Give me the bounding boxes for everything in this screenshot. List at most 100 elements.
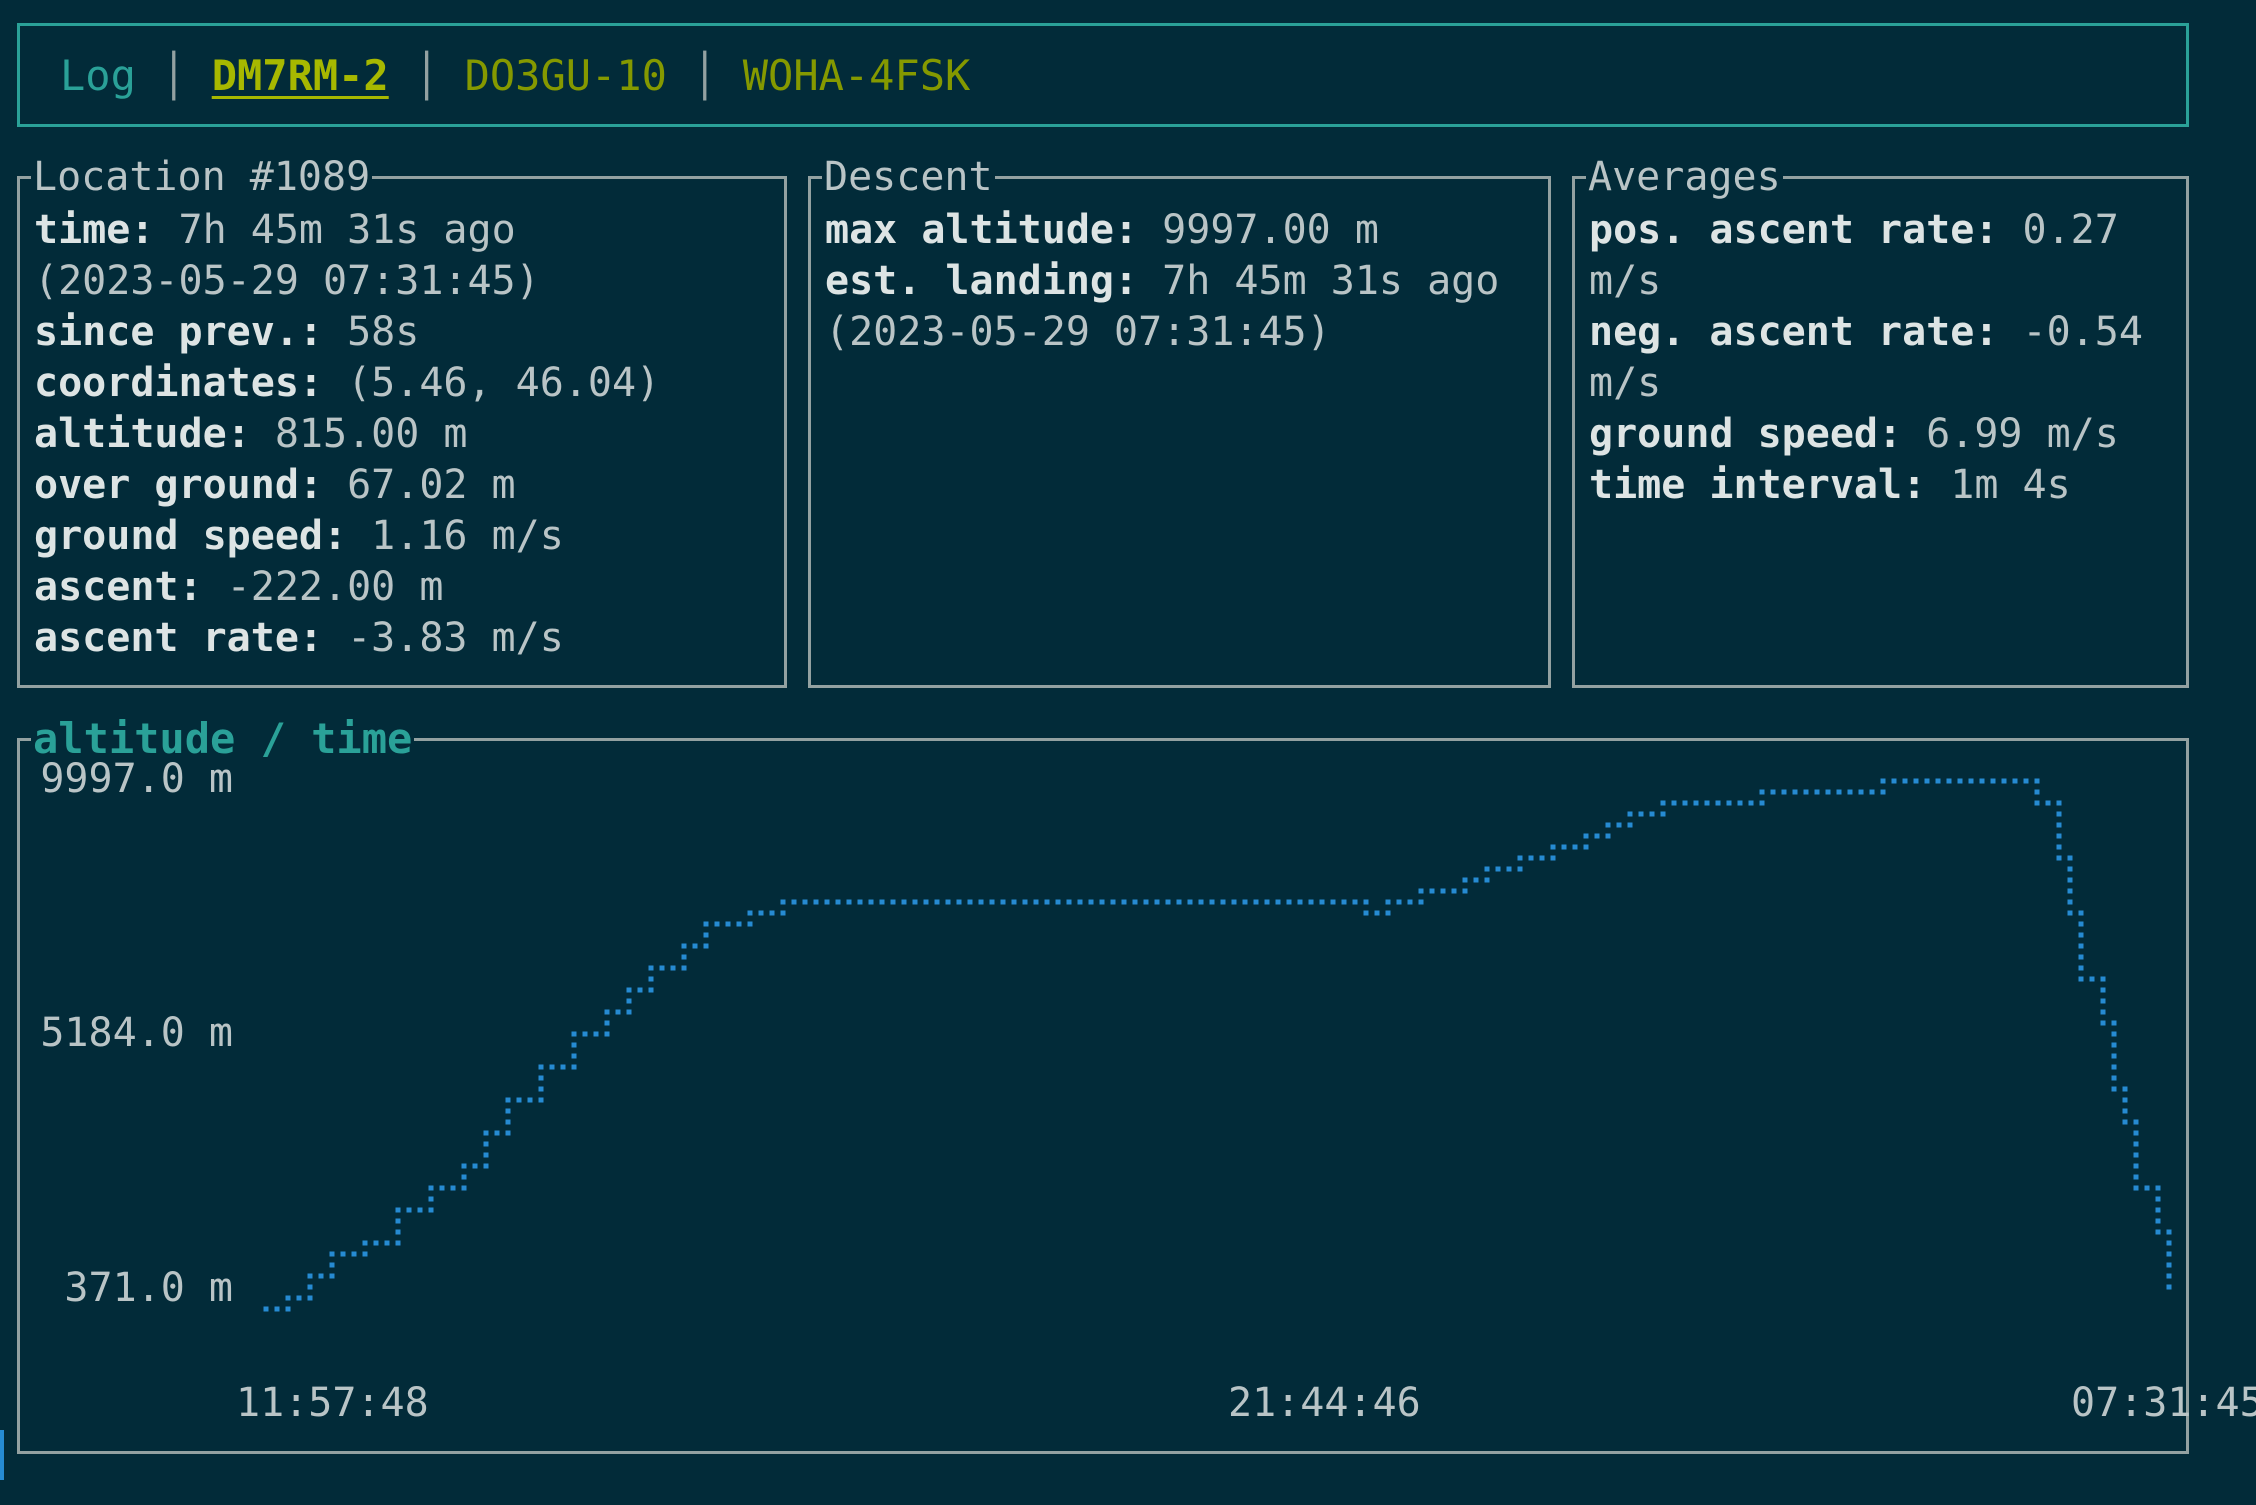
series-dot [1484,877,1490,883]
series-dot [593,1031,599,1037]
series-dot [1517,855,1523,861]
series-dot [428,1207,434,1213]
series-dot [956,899,962,905]
y-tick-label: 371.0 m [64,1265,233,1311]
series-dot [2166,1229,2172,1235]
series-dot [2067,910,2073,916]
series-dot [2023,778,2029,784]
series-dot [1770,789,1776,795]
series-dot [1187,899,1193,905]
series-dot [483,1163,489,1169]
series-dot [1462,888,1468,894]
series-dot [1000,899,1006,905]
series-dot [2111,1053,2117,1059]
series-dot [1011,899,1017,905]
series-dot [1583,844,1589,850]
series-dot [362,1240,368,1246]
series-dot [1275,899,1281,905]
series-dot [571,1064,577,1070]
series-dot [2100,976,2106,982]
series-dot [2122,1086,2128,1092]
series-dot [1484,866,1490,872]
series-dot [2111,1086,2117,1092]
series-dot [1506,866,1512,872]
series-dot [2056,822,2062,828]
series-dot [1847,789,1853,795]
series-dot [1660,800,1666,806]
series-dot [637,987,643,993]
series-dot [2166,1284,2172,1290]
series-dot [1803,789,1809,795]
series-dot [1880,789,1886,795]
series-dot [2111,1020,2117,1026]
series-dot [1627,822,1633,828]
series-dot [461,1163,467,1169]
series-dot [1264,899,1270,905]
series-dot [1429,888,1435,894]
series-dot [912,899,918,905]
series-dot [1550,855,1556,861]
x-tick-label: 07:31:45 [2071,1380,2256,1426]
series-dot [1726,800,1732,806]
series-dot [461,1174,467,1180]
series-dot [384,1240,390,1246]
series-dot [505,1097,511,1103]
series-dot [2133,1152,2139,1158]
series-dot [747,921,753,927]
series-dot [2045,800,2051,806]
series-dot [1198,899,1204,905]
series-dot [945,899,951,905]
series-dot [1759,789,1765,795]
series-dot [1539,855,1545,861]
series-dot [1671,800,1677,806]
series-dot [2078,943,2084,949]
series-dot [395,1218,401,1224]
series-dot [2056,844,2062,850]
series-dot [2067,855,2073,861]
series-dot [538,1075,544,1081]
series-dot [406,1207,412,1213]
series-dot [2100,1009,2106,1015]
x-tick-label: 21:44:46 [1228,1380,1421,1426]
series-dot [1253,899,1259,905]
series-dot [1968,778,1974,784]
series-dot [1913,778,1919,784]
series-dot [2056,800,2062,806]
series-dot [2111,1031,2117,1037]
series-dot [483,1141,489,1147]
series-dot [648,987,654,993]
series-dot [2067,888,2073,894]
series-dot [285,1306,291,1312]
series-dot [307,1284,313,1290]
series-dot [659,965,665,971]
series-dot [1088,899,1094,905]
series-dot [2133,1141,2139,1147]
series-dot [2155,1185,2161,1191]
series-dot [1462,877,1468,883]
series-dot [1286,899,1292,905]
x-tick-label: 11:57:48 [236,1380,429,1426]
series-dot [1044,899,1050,905]
series-dot [813,899,819,905]
series-dot [648,976,654,982]
series-dot [2056,855,2062,861]
series-dot [450,1185,456,1191]
series-dot [1605,833,1611,839]
series-dot [2078,976,2084,982]
series-dot [2078,965,2084,971]
series-dot [1792,789,1798,795]
series-dot [692,943,698,949]
series-dot [1143,899,1149,905]
series-dot [1693,800,1699,806]
series-dot [681,943,687,949]
series-dot [1550,844,1556,850]
series-dot [538,1086,544,1092]
series-dot [263,1306,269,1312]
series-dot [1737,800,1743,806]
series-dot [340,1251,346,1257]
series-dot [1099,899,1105,905]
series-dot [1814,789,1820,795]
series-dot [2155,1196,2161,1202]
series-dot [428,1185,434,1191]
series-dot [2166,1240,2172,1246]
